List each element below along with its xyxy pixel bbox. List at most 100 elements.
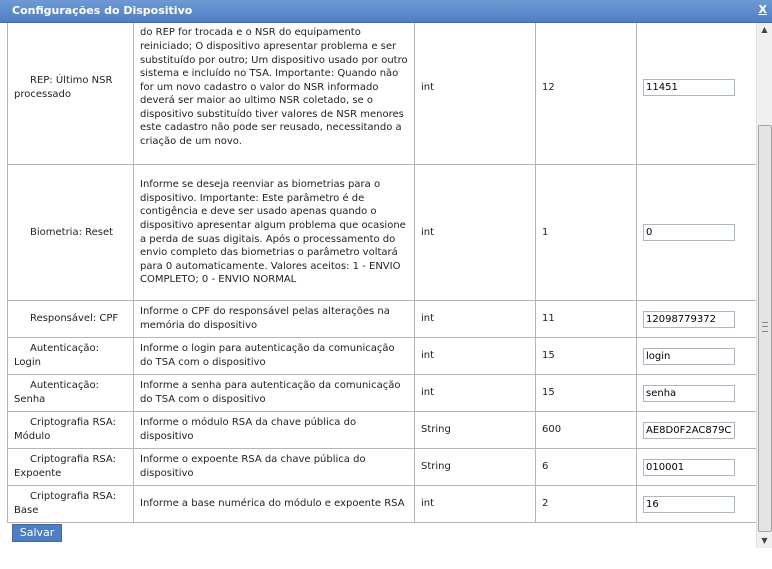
parameter-size-cell: 15 (535, 374, 637, 412)
parameter-name: Criptografia RSA: Módulo (14, 417, 116, 442)
parameter-type-cell: int (414, 485, 536, 523)
parameter-value-cell (636, 23, 756, 165)
parameter-value-input[interactable] (643, 421, 735, 439)
parameter-value-input[interactable] (643, 79, 735, 96)
parameter-type-cell: String (414, 411, 536, 449)
parameter-description: Informe o expoente RSA da chave pública … (140, 454, 366, 479)
parameter-name-cell: Autenticação: Login (7, 337, 134, 375)
scroll-down-icon[interactable]: ▼ (757, 534, 772, 548)
parameter-type-cell: String (414, 448, 536, 486)
parameter-name-cell: Autenticação: Senha (7, 374, 134, 412)
parameter-description: do REP for trocada e o NSR do equipament… (140, 27, 408, 148)
parameter-value-input[interactable] (643, 310, 735, 328)
parameter-description-cell: do REP for trocada e o NSR do equipament… (133, 23, 415, 165)
parameter-name: Autenticação: Senha (14, 380, 100, 405)
parameter-size: 2 (542, 498, 549, 510)
parameter-type-cell: int (414, 164, 536, 301)
table-row: REP: Último NSR processado do REP for tro… (7, 23, 756, 165)
parameter-description: Informe o login para autenticação da com… (140, 343, 395, 368)
parameter-size-cell: 12 (535, 23, 637, 165)
parameter-description-cell: Informe o login para autenticação da com… (133, 337, 415, 375)
parameter-description: Informe o módulo RSA da chave pública do… (140, 417, 357, 442)
parameter-name-cell: Criptografia RSA: Expoente (7, 448, 134, 486)
parameter-value-cell (636, 374, 756, 412)
parameter-name-cell: Criptografia RSA: Base (7, 485, 134, 523)
parameter-type: int (421, 350, 435, 362)
parameter-size: 1 (542, 226, 549, 238)
parameter-name: Criptografia RSA: Base (14, 491, 116, 516)
parameter-type: int (421, 387, 435, 399)
parameter-value-cell (636, 337, 756, 375)
parameter-type-cell: int (414, 374, 536, 412)
parameter-type-cell: int (414, 23, 536, 165)
parameter-description: Informe a base numérica do módulo e expo… (140, 498, 405, 510)
parameter-value-cell (636, 300, 756, 338)
parameter-name-cell: REP: Último NSR processado (7, 23, 134, 165)
scrollbar-thumb[interactable] (758, 125, 772, 532)
parameter-description-cell: Informe a senha para autenticação da com… (133, 374, 415, 412)
parameter-size: 11 (542, 313, 555, 325)
parameter-value-input[interactable] (643, 347, 735, 365)
parameter-description-cell: Informe o expoente RSA da chave pública … (133, 448, 415, 486)
table-row: Criptografia RSA: Expoente Informe o expo… (7, 448, 756, 486)
parameter-value-input[interactable] (643, 458, 735, 476)
vertical-scrollbar[interactable]: ▲ ▼ (756, 23, 772, 548)
parameter-size: 15 (542, 387, 555, 399)
table-row: Biometria: Reset Informe se deseja reenvi… (7, 164, 756, 301)
parameter-size-cell: 11 (535, 300, 637, 338)
parameter-name: REP: Último NSR processado (14, 74, 113, 100)
dialog-titlebar[interactable]: Configurações do Dispositivo X (0, 0, 772, 23)
parameter-description-cell: Informe o CPF do responsável pelas alter… (133, 300, 415, 338)
table-row: Criptografia RSA: Módulo Informe o módulo… (7, 411, 756, 449)
parameter-type-cell: int (414, 300, 536, 338)
parameter-name: Autenticação: Login (14, 343, 100, 368)
parameter-name: Criptografia RSA: Expoente (14, 454, 116, 479)
parameter-size-cell: 15 (535, 337, 637, 375)
grip-icon (762, 322, 768, 332)
parameter-value-input[interactable] (643, 495, 735, 513)
parameter-description: Informe o CPF do responsável pelas alter… (140, 306, 390, 331)
parameter-type: int (421, 81, 435, 93)
parameter-type-cell: int (414, 337, 536, 375)
parameter-size-cell: 1 (535, 164, 637, 301)
parameter-type: String (421, 461, 451, 473)
table-row: Responsável: CPF Informe o CPF do respons… (7, 300, 756, 338)
parameter-type: int (421, 313, 435, 325)
parameter-value-cell (636, 448, 756, 486)
parameters-scroll-area: REP: Último NSR processado do REP for tro… (0, 23, 756, 548)
parameter-value-cell (636, 411, 756, 449)
parameter-value-input[interactable] (643, 384, 735, 402)
scroll-up-icon[interactable]: ▲ (757, 23, 772, 37)
parameter-description: Informe a senha para autenticação da com… (140, 380, 401, 405)
parameter-size-cell: 2 (535, 485, 637, 523)
parameter-type: String (421, 424, 451, 436)
table-row: Autenticação: Senha Informe a senha para … (7, 374, 756, 412)
parameter-size-cell: 6 (535, 448, 637, 486)
parameter-type: int (421, 226, 435, 238)
table-row: Criptografia RSA: Base Informe a base num… (7, 485, 756, 523)
parameter-value-cell (636, 164, 756, 301)
device-settings-dialog: Configurações do Dispositivo X REP: Últi… (0, 0, 772, 569)
parameter-value-cell (636, 485, 756, 523)
parameter-value-input[interactable] (643, 224, 735, 241)
close-button[interactable]: X (759, 3, 767, 16)
parameter-size: 6 (542, 461, 549, 473)
parameter-size: 15 (542, 350, 555, 362)
parameter-size-cell: 600 (535, 411, 637, 449)
parameter-name: Responsável: CPF (30, 313, 119, 325)
parameter-name-cell: Biometria: Reset (7, 164, 134, 301)
parameter-description: Informe se deseja reenviar as biometrias… (140, 179, 406, 286)
parameter-size: 12 (542, 81, 555, 93)
save-button[interactable]: Salvar (12, 524, 62, 542)
parameters-table: REP: Último NSR processado do REP for tro… (7, 23, 756, 523)
parameter-name: Biometria: Reset (30, 226, 114, 238)
parameter-name-cell: Criptografia RSA: Módulo (7, 411, 134, 449)
parameter-type: int (421, 498, 435, 510)
table-row: Autenticação: Login Informe o login para … (7, 337, 756, 375)
parameter-description-cell: Informe a base numérica do módulo e expo… (133, 485, 415, 523)
parameter-size: 600 (542, 424, 562, 436)
parameter-description-cell: Informe se deseja reenviar as biometrias… (133, 164, 415, 301)
parameter-description-cell: Informe o módulo RSA da chave pública do… (133, 411, 415, 449)
dialog-title: Configurações do Dispositivo (12, 4, 193, 17)
parameter-name-cell: Responsável: CPF (7, 300, 134, 338)
